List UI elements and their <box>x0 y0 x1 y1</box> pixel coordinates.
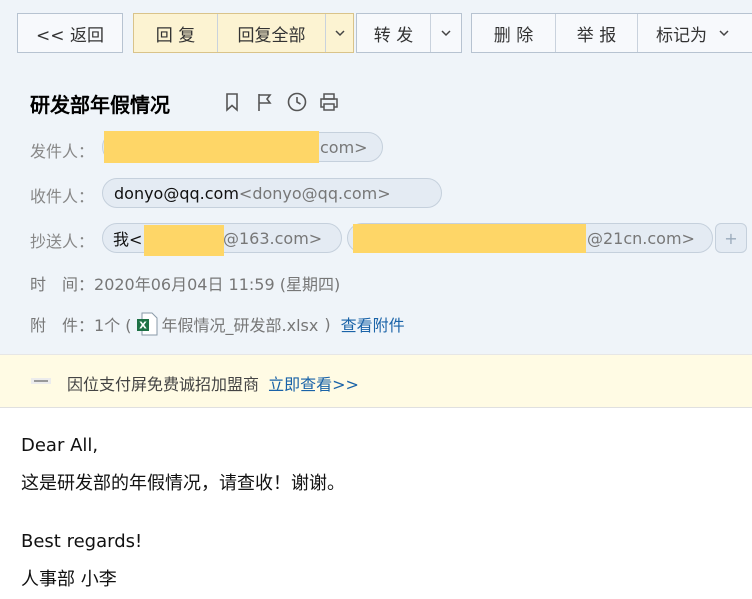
cc-label: 抄送人： <box>30 232 95 251</box>
delete-button-label: 删 除 <box>493 25 534 46</box>
ad-banner: 因位支付屏免费诚招加盟商 立即查看>> <box>0 354 752 408</box>
chevron-down-icon <box>441 30 451 37</box>
redaction-block <box>353 224 586 253</box>
back-button[interactable]: << 返回 <box>17 13 123 53</box>
attachment-row: 附 件： 1个 ( X 年假情况_研发部.xlsx ) 查看附件 <box>30 312 405 336</box>
chevron-down-icon <box>335 30 345 37</box>
reply-button[interactable]: 回 复 <box>134 14 217 52</box>
cc-more-button[interactable]: + <box>715 223 747 253</box>
recipient-label: 收件人： <box>30 187 95 206</box>
sender-address-suffix: com> <box>320 137 368 157</box>
view-attachment-link[interactable]: 查看附件 <box>341 312 405 336</box>
reply-all-button-label: 回复全部 <box>237 25 306 46</box>
ad-logo-icon <box>31 378 51 384</box>
body-line: 这是研发部的年假情况，请查收！谢谢。 <box>21 473 345 494</box>
attachment-label: 附 件： <box>30 316 95 335</box>
back-button-label: << 返回 <box>36 25 104 46</box>
print-icon[interactable] <box>318 91 340 113</box>
forward-button-label: 转 发 <box>373 25 414 46</box>
time-row: 时 间：2020年06月04日 11:59 (星期四) <box>30 271 340 295</box>
time-value: 2020年06月04日 11:59 (星期四) <box>94 275 341 294</box>
body-greeting: Dear All, <box>21 435 99 456</box>
report-button[interactable]: 举 报 <box>556 14 637 52</box>
mark-as-button-label: 标记为 <box>656 25 707 46</box>
forward-button[interactable]: 转 发 <box>357 14 430 52</box>
plus-icon: + <box>724 228 738 248</box>
ad-row: 因位支付屏免费诚招加盟商 立即查看>> <box>67 371 359 395</box>
reply-all-button[interactable]: 回复全部 <box>218 14 325 52</box>
cc1-name: 我< <box>113 230 143 249</box>
cc2-address-suffix: @21cn.com> <box>587 228 695 248</box>
reply-group: 回 复 回复全部 <box>133 13 354 53</box>
mail-subject: 研发部年假情况 <box>30 93 170 117</box>
chevron-down-icon <box>719 30 729 37</box>
mark-as-button[interactable]: 标记为 <box>638 14 752 52</box>
bookmark-icon[interactable] <box>221 91 243 113</box>
forward-group: 转 发 <box>356 13 462 53</box>
svg-text:X: X <box>139 321 147 332</box>
attachment-close-paren: ) <box>324 314 331 334</box>
action-group: 删 除 举 报 标记为 <box>471 13 752 53</box>
forward-dropdown-button[interactable] <box>431 14 461 52</box>
reply-dropdown-button[interactable] <box>326 14 354 52</box>
report-button-label: 举 报 <box>576 25 617 46</box>
clock-icon[interactable] <box>286 91 308 113</box>
time-label: 时 间： <box>30 275 95 294</box>
excel-file-icon: X <box>136 312 158 336</box>
flag-icon[interactable] <box>254 91 276 113</box>
recipient-chip[interactable]: donyo@qq.com <donyo@qq.com> <box>102 178 442 208</box>
body-signature: 人事部 小李 <box>21 569 117 590</box>
ad-text: 因位支付屏免费诚招加盟商 <box>67 375 260 394</box>
redaction-block <box>144 225 224 256</box>
delete-button[interactable]: 删 除 <box>472 14 555 52</box>
mail-header-area: << 返回 回 复 回复全部 转 发 删 除 举 报 标记为 研发部年假情况 发… <box>0 0 752 354</box>
redaction-block <box>104 131 319 163</box>
reply-button-label: 回 复 <box>155 25 196 46</box>
attachment-count: 1个 ( <box>94 316 132 335</box>
sender-label: 发件人： <box>30 142 95 161</box>
ad-link[interactable]: 立即查看>> <box>268 375 359 394</box>
attachment-filename[interactable]: 年假情况_研发部.xlsx <box>162 312 319 336</box>
recipient-name: donyo@qq.com <box>114 183 239 203</box>
body-regards: Best regards! <box>21 531 143 552</box>
cc1-address-suffix: @163.com> <box>223 228 323 248</box>
recipient-address: <donyo@qq.com> <box>238 183 391 203</box>
